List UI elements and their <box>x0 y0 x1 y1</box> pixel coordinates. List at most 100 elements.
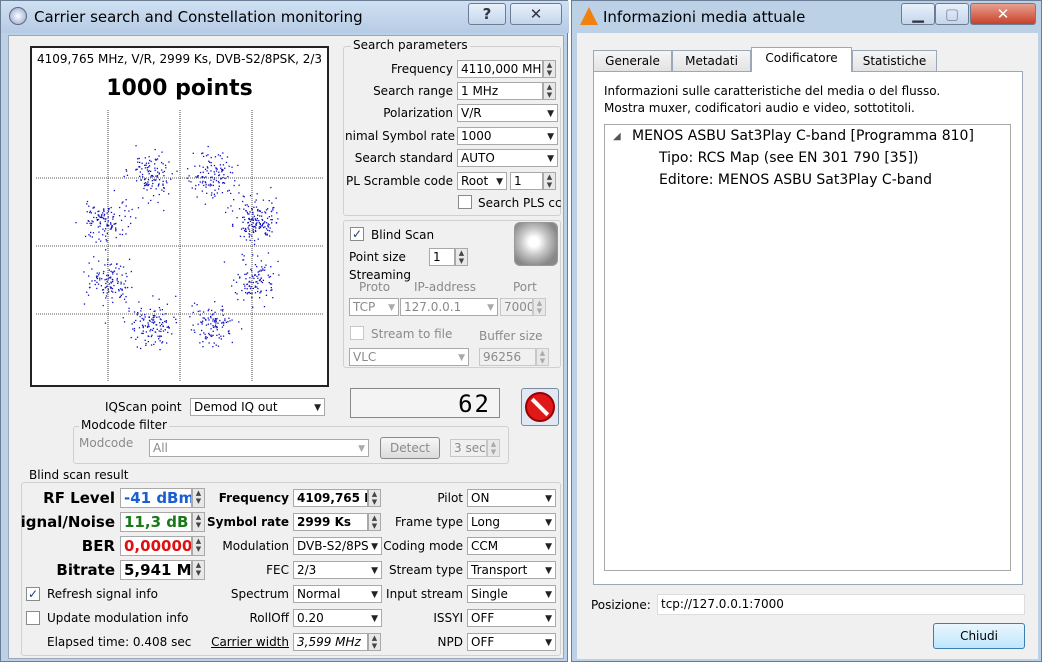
pl-scramble-mode-select[interactable]: Root <box>457 172 507 190</box>
frame-type-select[interactable]: Long <box>467 513 556 531</box>
carrier-width-value: 3,599 MHz <box>293 633 368 651</box>
constellation-point <box>99 225 101 227</box>
port-spinner[interactable]: ▲ ▼ <box>533 298 546 316</box>
search-range-spinner[interactable]: ▲ ▼ <box>543 82 556 100</box>
constellation-point <box>213 178 215 181</box>
constellation-point <box>202 317 204 319</box>
iq-scan-select[interactable]: Demod IQ out <box>190 398 325 416</box>
tree-root[interactable]: MENOS ASBU Sat3Play C-band [Programma 81… <box>632 128 974 144</box>
min-symbol-rate-select[interactable]: 1000 <box>457 127 558 145</box>
constellation-point <box>210 194 213 196</box>
constellation-point <box>144 325 147 327</box>
rf-level-spinner[interactable]: ▲ ▼ <box>192 488 205 508</box>
constellation-point <box>244 273 246 275</box>
spectrum-select[interactable]: Normal <box>293 585 382 603</box>
pl-scramble-spinner[interactable]: ▲ ▼ <box>543 172 556 190</box>
ip-select[interactable]: 127.0.0.1 <box>400 298 498 316</box>
frequency-input[interactable]: 4110,000 MHz <box>457 60 543 78</box>
search-standard-select[interactable]: AUTO <box>457 149 558 167</box>
input-stream-select[interactable]: Single <box>467 585 556 603</box>
tree-child-type[interactable]: Tipo: RCS Map (see EN 301 790 [35]) <box>659 150 919 166</box>
constellation-point <box>156 176 159 178</box>
tab-generale[interactable]: Generale <box>593 50 672 72</box>
constellation-point <box>135 145 137 147</box>
minimize-button[interactable]: ▁ <box>901 3 935 25</box>
tree-child-editor[interactable]: Editore: MENOS ASBU Sat3Play C-band <box>659 172 932 188</box>
vlc-cone-icon <box>580 7 598 25</box>
constellation-point <box>125 233 127 235</box>
constellation-point <box>130 270 132 273</box>
stop-button[interactable] <box>521 388 559 426</box>
port-input[interactable]: 7000 <box>500 298 533 316</box>
ber-spinner[interactable]: ▲ ▼ <box>192 536 205 556</box>
constellation-point <box>102 217 105 219</box>
constellation-point <box>111 225 113 227</box>
constellation-point <box>154 163 156 165</box>
elapsed-time: Elapsed time: 0.408 sec <box>47 635 192 649</box>
carrier-width-label[interactable]: Carrier width <box>205 635 289 649</box>
bitrate-spinner[interactable]: ▲ ▼ <box>192 560 205 580</box>
npd-select[interactable]: OFF <box>467 633 556 651</box>
constellation-point <box>112 291 114 293</box>
snr-spinner[interactable]: ▲ ▼ <box>192 512 205 532</box>
detect-seconds-spinner[interactable]: ▲ ▼ <box>487 439 500 457</box>
constellation-point <box>203 177 205 179</box>
player-select[interactable]: VLC <box>349 348 469 366</box>
constellation-point <box>239 235 242 237</box>
constellation-point <box>152 315 154 317</box>
maximize-button[interactable]: ▢ <box>935 3 969 25</box>
constellation-point <box>233 199 235 201</box>
refresh-signal-checkbox[interactable]: ✓ <box>26 587 40 601</box>
polarization-select[interactable]: V/R <box>457 104 558 122</box>
modcode-select[interactable]: All <box>149 439 369 457</box>
update-modulation-checkbox[interactable] <box>26 611 40 625</box>
close-button[interactable]: ✕ <box>510 3 562 25</box>
constellation-point <box>243 229 246 232</box>
fec-label: FEC <box>266 563 289 577</box>
search-range-input[interactable]: 1 MHz <box>457 82 543 100</box>
satellite-icon[interactable] <box>514 222 558 266</box>
constellation-point <box>106 274 108 277</box>
constellation-point <box>88 262 90 264</box>
pl-scramble-value-input[interactable]: 1 <box>510 172 543 190</box>
detect-seconds-input[interactable]: 3 sec <box>450 439 487 457</box>
tab-metadati[interactable]: Metadati <box>672 50 751 72</box>
point-size-spinner[interactable]: ▲ ▼ <box>455 248 468 266</box>
media-close-button[interactable]: ✕ <box>970 3 1036 25</box>
chiudi-button[interactable]: Chiudi <box>933 623 1025 649</box>
pilot-select[interactable]: ON <box>467 489 556 507</box>
stream-type-select[interactable]: Transport <box>467 561 556 579</box>
collapse-arrow-icon[interactable]: ◢ <box>613 131 621 142</box>
constellation-point <box>89 222 91 224</box>
buffer-size-spinner[interactable]: ▲ ▼ <box>536 348 549 366</box>
detect-button[interactable]: Detect <box>380 437 440 459</box>
frequency-spinner[interactable]: ▲ ▼ <box>543 60 556 78</box>
constellation-point <box>260 280 262 283</box>
constellation-point <box>123 283 125 285</box>
fec-select[interactable]: 2/3 <box>293 561 382 579</box>
stream-to-file-checkbox[interactable] <box>350 326 364 340</box>
constellation-point <box>160 161 163 164</box>
search-pls-checkbox[interactable] <box>458 195 472 209</box>
constellation-point <box>150 344 153 346</box>
proto-select[interactable]: TCP <box>349 298 399 316</box>
constellation-point <box>257 277 259 279</box>
position-input[interactable]: tcp://127.0.0.1:7000 <box>657 594 1025 615</box>
coding-mode-select[interactable]: CCM <box>467 537 556 555</box>
modulation-select[interactable]: DVB-S2/8PS <box>293 537 382 555</box>
help-button[interactable]: ? <box>468 3 506 25</box>
constellation-point <box>157 335 159 337</box>
tab-codificatore[interactable]: Codificatore <box>751 47 852 72</box>
constellation-point <box>147 322 149 324</box>
tab-statistiche[interactable]: Statistiche <box>852 50 937 72</box>
constellation-point <box>121 233 124 236</box>
blind-scan-checkbox[interactable]: ✓ <box>350 227 364 241</box>
point-size-input[interactable]: 1 <box>429 248 455 266</box>
constellation-point <box>91 222 93 224</box>
issyi-select[interactable]: OFF <box>467 609 556 627</box>
constellation-point <box>119 245 121 247</box>
rolloff-select[interactable]: 0.20 <box>293 609 382 627</box>
constellation-point <box>217 345 220 347</box>
constellation-point <box>222 314 224 316</box>
buffer-size-input[interactable]: 96256 <box>479 348 536 366</box>
